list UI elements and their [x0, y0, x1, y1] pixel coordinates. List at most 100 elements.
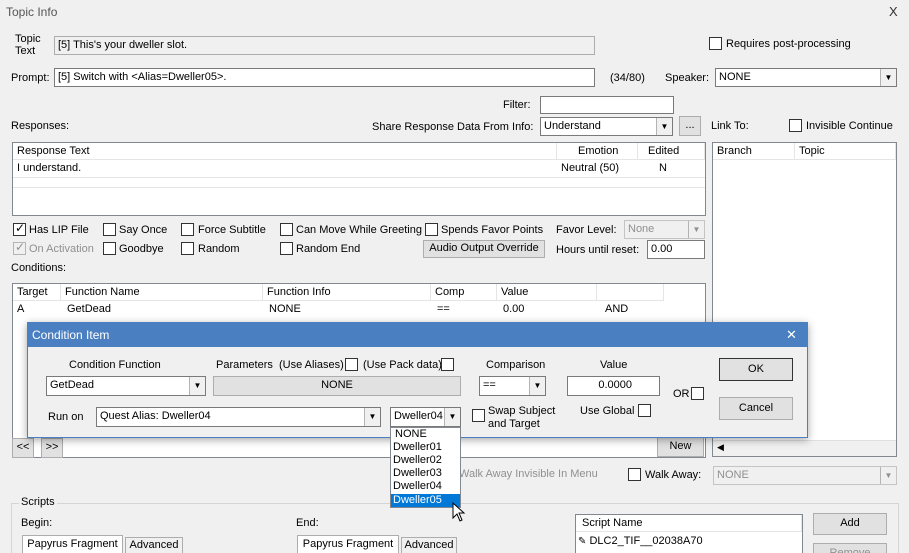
responses-label: Responses:	[11, 120, 70, 132]
value-label: Value	[600, 359, 628, 371]
condition-comp-cell: ==	[437, 303, 450, 315]
or-label: OR	[673, 388, 690, 400]
force-subtitle-checkbox[interactable]	[181, 223, 194, 236]
horizontal-scrollbar[interactable]: ◀	[713, 440, 896, 456]
alias-value: Dweller04	[394, 410, 443, 422]
column-header-comp[interactable]: Comp	[431, 284, 497, 301]
say-once-label: Say Once	[119, 224, 168, 236]
close-icon[interactable]: X	[889, 4, 898, 19]
requires-post-processing-checkbox[interactable]	[709, 37, 722, 50]
dropdown-option-selected[interactable]: Dweller05	[391, 494, 460, 507]
scroll-left-icon[interactable]: ◀	[717, 442, 724, 453]
previous-button[interactable]: <<	[12, 438, 34, 458]
parameter-button[interactable]: NONE	[213, 376, 461, 396]
new-button[interactable]: New	[657, 437, 704, 457]
force-subtitle-label: Force Subtitle	[198, 224, 266, 236]
on-activation-checkbox	[13, 240, 26, 255]
tab-begin-advanced[interactable]: Advanced	[125, 537, 183, 553]
has-lip-file-checkbox[interactable]	[13, 221, 26, 236]
scripts-end-label: End:	[296, 517, 319, 529]
scripts-begin-label: Begin:	[21, 517, 53, 529]
run-on-select[interactable]: Quest Alias: Dweller04 ▼	[96, 407, 381, 427]
column-header-value[interactable]: Value	[497, 284, 597, 301]
next-button[interactable]: >>	[41, 438, 63, 458]
speaker-value: NONE	[719, 71, 751, 83]
random-end-label: Random End	[296, 243, 361, 255]
dropdown-option[interactable]: Dweller04	[391, 480, 460, 493]
favor-level-label: Favor Level:	[556, 224, 617, 236]
use-global-checkbox[interactable]	[638, 404, 651, 417]
share-response-select[interactable]: Understand ▼	[540, 117, 673, 136]
dropdown-option[interactable]: Dweller03	[391, 467, 460, 480]
ok-button[interactable]: OK	[719, 358, 793, 381]
goodbye-checkbox[interactable]	[103, 242, 116, 255]
alias-dropdown-list[interactable]: NONE Dweller01 Dweller02 Dweller03 Dwell…	[390, 427, 461, 508]
can-move-checkbox[interactable]	[280, 223, 293, 236]
cancel-button[interactable]: Cancel	[719, 397, 793, 420]
swap-subject-checkbox[interactable]	[472, 409, 485, 422]
random-end-checkbox[interactable]	[280, 242, 293, 255]
walk-away-checkbox[interactable]	[628, 468, 641, 481]
tab-begin-papyrus-fragment[interactable]: Papyrus Fragment	[22, 535, 123, 553]
topic-text-field[interactable]: [5] This's your dweller slot.	[54, 36, 595, 55]
random-checkbox[interactable]	[181, 242, 194, 255]
walk-away-value: NONE	[717, 469, 749, 481]
condition-function-label: Condition Function	[69, 359, 161, 371]
column-header-branch[interactable]: Branch	[713, 143, 795, 160]
column-header-function-info[interactable]: Function Info	[263, 284, 431, 301]
favor-level-select: None ▼	[624, 220, 705, 239]
column-header-edited[interactable]: Edited	[638, 143, 705, 160]
use-aliases-checkbox[interactable]	[345, 358, 358, 371]
swap-subject-label-line2: and Target	[488, 418, 540, 430]
tab-end-advanced[interactable]: Advanced	[401, 537, 457, 553]
say-once-checkbox[interactable]	[103, 223, 116, 236]
response-table[interactable]: Response Text Emotion Edited I understan…	[12, 142, 706, 216]
dropdown-option[interactable]: NONE	[391, 428, 460, 441]
comparison-select[interactable]: == ▼	[479, 376, 546, 396]
walk-away-select: NONE ▼	[713, 466, 897, 485]
list-item[interactable]: ✎ DLC2_TIF__02038A70	[578, 535, 703, 547]
column-header-script-name[interactable]: Script Name	[576, 515, 802, 532]
remove-script-button: Remove	[813, 543, 887, 553]
chevron-down-icon: ▼	[189, 377, 205, 395]
prompt-input[interactable]: [5] Switch with <Alias=Dweller05>.	[54, 68, 595, 87]
dialog-title-bar[interactable]: Condition Item ✕	[28, 323, 807, 347]
condition-function-select[interactable]: GetDead ▼	[46, 376, 206, 396]
spends-favor-label: Spends Favor Points	[441, 224, 544, 236]
column-header-response-text[interactable]: Response Text	[13, 143, 557, 160]
use-pack-data-checkbox[interactable]	[441, 358, 454, 371]
spends-favor-checkbox[interactable]	[425, 223, 438, 236]
walk-away-label: Walk Away:	[645, 469, 702, 481]
share-response-browse-button[interactable]: ...	[679, 116, 701, 136]
value-input[interactable]: 0.0000	[567, 376, 660, 396]
column-header-and[interactable]	[597, 284, 664, 301]
dialog-title: Condition Item	[32, 328, 110, 342]
speaker-select[interactable]: NONE ▼	[715, 68, 897, 87]
column-header-emotion[interactable]: Emotion	[557, 143, 638, 160]
add-script-button[interactable]: Add	[813, 513, 887, 535]
alias-select[interactable]: Dweller04 ▼	[390, 407, 461, 427]
random-label: Random	[198, 243, 240, 255]
tab-end-papyrus-fragment[interactable]: Papyrus Fragment	[297, 535, 399, 553]
invisible-continue-checkbox[interactable]	[789, 119, 802, 132]
share-response-value: Understand	[544, 120, 601, 132]
chevron-down-icon: ▼	[656, 118, 672, 135]
table-row[interactable]: I understand. Neutral (50) N	[13, 160, 705, 178]
audio-output-override-button[interactable]: Audio Output Override	[423, 240, 545, 258]
table-row[interactable]: A GetDead NONE == 0.00 AND	[13, 301, 705, 319]
column-header-topic[interactable]: Topic	[795, 143, 896, 160]
column-header-target[interactable]: Target	[13, 284, 61, 301]
filter-input[interactable]	[540, 96, 674, 114]
condition-value-cell: 0.00	[503, 303, 525, 315]
hours-until-reset-input[interactable]: 0.00	[647, 240, 705, 259]
speaker-label: Speaker:	[665, 72, 710, 84]
dropdown-option[interactable]: Dweller01	[391, 441, 460, 454]
script-list[interactable]: Script Name ✎ DLC2_TIF__02038A70	[575, 514, 803, 553]
column-header-function-name[interactable]: Function Name	[61, 284, 263, 301]
condition-function-cell: GetDead	[67, 303, 112, 315]
close-icon[interactable]: ✕	[786, 327, 797, 343]
or-checkbox[interactable]	[691, 387, 704, 400]
filter-label: Filter:	[503, 99, 531, 111]
requires-post-processing-label: Requires post-processing	[726, 38, 851, 50]
dropdown-option[interactable]: Dweller02	[391, 454, 460, 467]
